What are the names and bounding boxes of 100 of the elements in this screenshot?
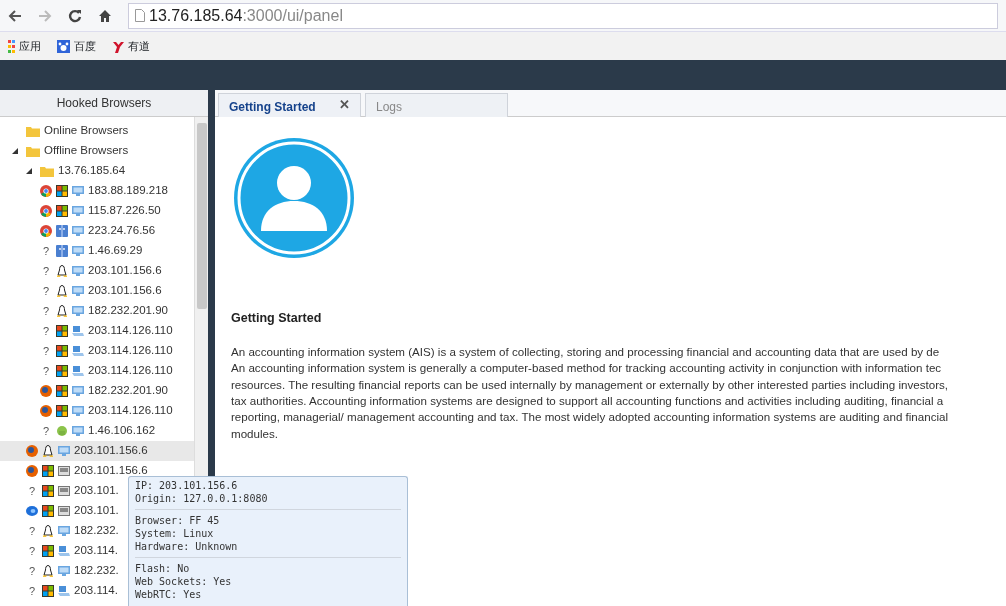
- paragraph: An accounting information system (AIS) is a system of collecting, storing and processing financial and accounting data that are used by de An accounting information system is generally a computer-based method for tracking accounting activity in conjunction with information tec resources. The resulting financial reports can be used internally by management or externally by other interested parties including investors, tax authorities. Accounting information systems are designed to support all accounting functions and activities including auditing, financial a reporting, managerial/ management accounting and tax. The most widely adopted accounting information systems are auditing and financial modules.: [231, 343, 950, 442]
- monitor-icon: [72, 265, 84, 277]
- browser-list-item[interactable]: ? 1.46.69.29: [0, 241, 194, 261]
- forward-icon: [38, 8, 52, 23]
- monitor-icon: [58, 565, 70, 577]
- monitor-icon: [58, 445, 70, 457]
- firefox-icon: [26, 445, 38, 457]
- browser-list-item[interactable]: 183.88.189.218: [0, 181, 194, 201]
- paw-icon: [57, 39, 70, 53]
- folder-icon: [26, 125, 40, 137]
- unknown-browser-mark: ?: [27, 483, 37, 499]
- y-logo-icon: [112, 39, 124, 53]
- address-text: 13.76.185.64:3000/ui/panel: [149, 5, 343, 26]
- bookmark[interactable]: 百度: [57, 37, 96, 55]
- browser-list-item[interactable]: ? 1.46.106.162: [0, 421, 194, 441]
- monitor-icon: [72, 225, 84, 237]
- browser-list-item[interactable]: 203.101.156.6: [0, 461, 194, 481]
- unknown-browser-mark: ?: [41, 343, 51, 359]
- folder-item[interactable]: Offline Browsers: [0, 141, 194, 161]
- windows-icon: [42, 505, 54, 517]
- laptop-icon: [72, 345, 84, 357]
- firefox-icon: [40, 405, 52, 417]
- browser-list-item[interactable]: 182.232.201.90: [0, 381, 194, 401]
- browser-list-item[interactable]: 115.87.226.50: [0, 201, 194, 221]
- virtual-machine-icon: [58, 505, 70, 517]
- penguin-icon: [42, 525, 54, 537]
- tooltip-line: Web Sockets: Yes: [135, 575, 233, 588]
- folder-item[interactable]: Online Browsers: [0, 121, 194, 141]
- windows-icon: [56, 205, 68, 217]
- virtual-machine-icon: [58, 485, 70, 497]
- section-heading: Getting Started: [231, 310, 323, 327]
- unknown-browser-mark: ?: [41, 363, 51, 379]
- unknown-browser-mark: ?: [27, 563, 37, 579]
- browser-list-item[interactable]: ? 203.101.156.6: [0, 281, 194, 301]
- windows-icon: [56, 185, 68, 197]
- monitor-icon: [72, 385, 84, 397]
- windows-icon: [56, 345, 68, 357]
- browser-list-item[interactable]: 223.24.76.56: [0, 221, 194, 241]
- unknown-browser-mark: ?: [41, 243, 51, 259]
- penguin-icon: [42, 445, 54, 457]
- laptop-icon: [72, 325, 84, 337]
- browser-list-item[interactable]: 203.101.156.6: [0, 441, 194, 461]
- ie-icon: [26, 505, 38, 517]
- browser-list-item[interactable]: ? 182.232.201.90: [0, 301, 194, 321]
- monitor-icon: [72, 305, 84, 317]
- bookmark[interactable]: 应用: [8, 37, 41, 55]
- tab[interactable]: Getting Started ✕: [218, 93, 361, 117]
- laptop-icon: [58, 585, 70, 597]
- unknown-browser-mark: ?: [41, 323, 51, 339]
- mac-face-icon: [56, 225, 68, 237]
- chrome-icon: [40, 205, 52, 217]
- tooltip-line: Flash: No: [135, 562, 191, 575]
- folder-icon: [26, 145, 40, 157]
- virtual-machine-icon: [58, 465, 70, 477]
- windows-icon: [42, 485, 54, 497]
- chrome-icon: [40, 225, 52, 237]
- bookmark[interactable]: 有道: [112, 37, 150, 55]
- unknown-browser-mark: ?: [41, 423, 51, 439]
- monitor-icon: [72, 245, 84, 257]
- laptop-icon: [58, 545, 70, 557]
- windows-icon: [56, 405, 68, 417]
- browser-list-item[interactable]: ? 203.114.126.110: [0, 361, 194, 381]
- monitor-icon: [72, 405, 84, 417]
- laptop-icon: [72, 365, 84, 377]
- unknown-browser-mark: ?: [41, 283, 51, 299]
- unknown-browser-mark: ?: [27, 523, 37, 539]
- windows-icon: [56, 385, 68, 397]
- monitor-icon: [58, 525, 70, 537]
- penguin-icon: [42, 565, 54, 577]
- unknown-browser-mark: ?: [27, 543, 37, 559]
- close-icon[interactable]: ✕: [339, 98, 350, 111]
- tooltip-line: System: Linux: [135, 527, 215, 540]
- windows-icon: [56, 325, 68, 337]
- firefox-icon: [26, 465, 38, 477]
- folder-icon: [40, 165, 54, 177]
- mac-face-icon: [56, 245, 68, 257]
- monitor-icon: [72, 205, 84, 217]
- penguin-icon: [56, 305, 68, 317]
- windows-icon: [56, 365, 68, 377]
- windows-icon: [42, 585, 54, 597]
- browser-list-item[interactable]: ? 203.101.156.6: [0, 261, 194, 281]
- browser-list-item[interactable]: ? 203.114.126.110: [0, 321, 194, 341]
- browser-list-item[interactable]: 203.114.126.110: [0, 401, 194, 421]
- apps-icon: [8, 39, 15, 53]
- home-icon: [98, 8, 112, 23]
- monitor-icon: [72, 285, 84, 297]
- android-icon: [56, 425, 68, 437]
- firefox-icon: [40, 385, 52, 397]
- address-bar[interactable]: 13.76.185.64:3000/ui/panel: [128, 2, 998, 29]
- tooltip-line: Browser: FF 45: [135, 514, 221, 527]
- monitor-icon: [72, 425, 84, 437]
- reload-icon: [68, 8, 82, 23]
- monitor-icon: [72, 185, 84, 197]
- tooltip-line: Hardware: Unknown: [135, 540, 239, 553]
- page-icon: [135, 9, 145, 22]
- browser-list-item[interactable]: ? 203.114.126.110: [0, 341, 194, 361]
- penguin-icon: [56, 265, 68, 277]
- folder-item[interactable]: 13.76.185.64: [0, 161, 194, 181]
- unknown-browser-mark: ?: [27, 583, 37, 599]
- tooltip-line: IP: 203.101.156.6: [135, 479, 239, 492]
